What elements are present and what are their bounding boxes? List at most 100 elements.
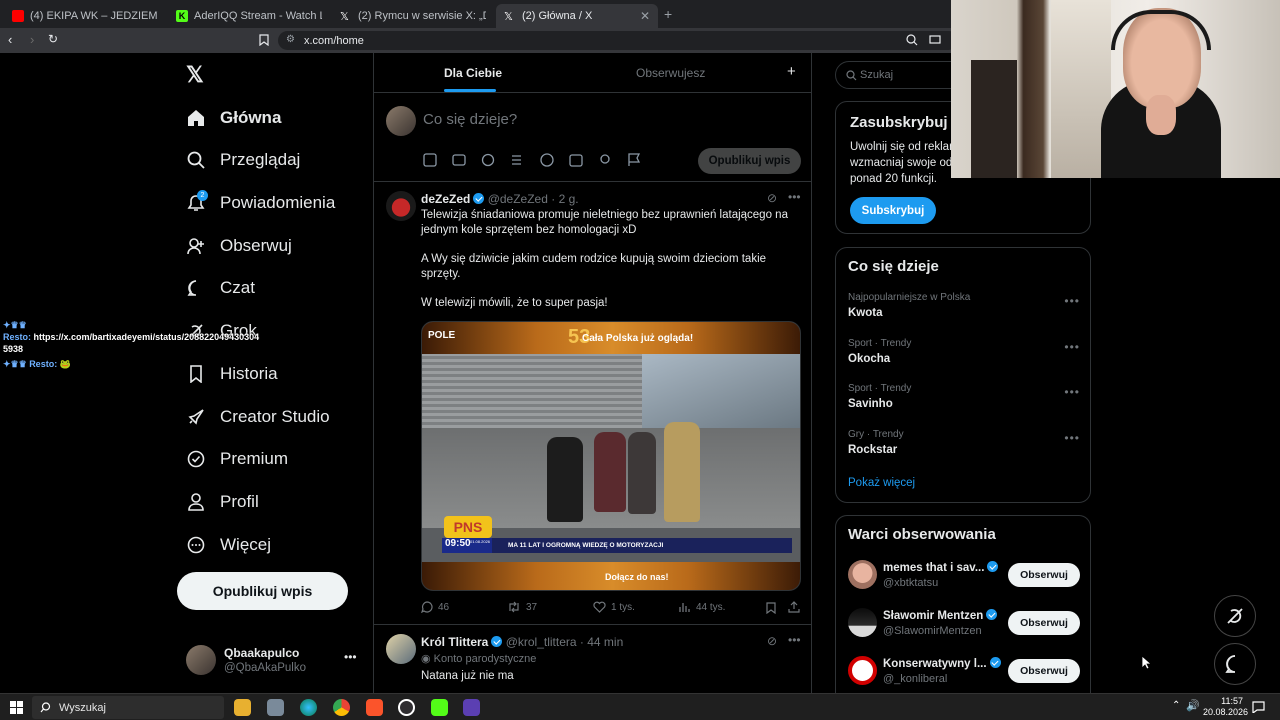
browser-tab-x-rymcu[interactable]: 𝕏 (2) Rymcu w serwisie X: „Dis - Mon [332, 4, 494, 28]
grok-icon[interactable]: ⊘ [767, 191, 777, 205]
bookmark-star-icon[interactable] [259, 34, 269, 46]
x-logo-icon[interactable]: 𝕏 [186, 62, 204, 88]
file-explorer-icon[interactable] [234, 699, 251, 716]
verified-icon [987, 561, 999, 572]
compose-post-button[interactable]: Opublikuj wpis [698, 148, 801, 174]
webcam-doorway [971, 60, 1017, 178]
nav-creator-studio[interactable]: Creator Studio [186, 399, 330, 435]
tweet[interactable]: deZeZed @deZeZed · 2 g. ⊘ ••• Telewizja … [374, 183, 811, 625]
nav-follow[interactable]: Obserwuj [186, 228, 292, 264]
close-tab-icon[interactable]: ✕ [640, 9, 650, 23]
rocket-icon [186, 407, 206, 427]
trend-more-icon[interactable]: ••• [1064, 294, 1080, 308]
nav-home[interactable]: Główna [186, 100, 281, 136]
compose-input[interactable]: Co się dzieje? [423, 111, 517, 128]
back-icon[interactable]: ‹ [8, 32, 12, 47]
trend-item[interactable]: Sport · Trendy Savinho ••• [836, 379, 1092, 423]
ticker: MA 11 LAT I OGROMNĄ WIEDZĘ O MOTORYZACJI [492, 538, 792, 553]
clock-date: 01.08.2026 [470, 539, 491, 544]
mouse-cursor-icon [1141, 655, 1151, 670]
forward-icon[interactable]: › [30, 32, 34, 47]
like-button[interactable]: 1 tys. [593, 601, 635, 613]
follow-suggestion[interactable]: Konserwatywny l... @_konliberal Obserwuj [836, 654, 1092, 694]
edge-icon[interactable] [300, 699, 317, 716]
trend-more-icon[interactable]: ••• [1064, 340, 1080, 354]
reload-icon[interactable]: ↻ [48, 32, 58, 46]
nav-explore[interactable]: Przeglądaj [186, 142, 300, 178]
task-view-icon[interactable] [267, 699, 284, 716]
trend-item[interactable]: Gry · Trendy Rockstar ••• [836, 425, 1092, 469]
person [547, 437, 583, 522]
show-more-link[interactable]: Pokaż więcej [848, 477, 915, 489]
avatar [386, 106, 416, 136]
tweet-text: Telewizja śniadaniowa promuje nieletnieg… [421, 209, 788, 236]
url-field[interactable]: ⚙ x.com/home [278, 31, 958, 50]
tab-for-you[interactable]: Dla Ciebie [444, 66, 502, 80]
windows-taskbar: Wyszukaj ⌃ 🔊 11:57 20.08.2026 [0, 693, 1280, 720]
zoom-icon[interactable] [906, 34, 918, 46]
kick-app-icon[interactable] [431, 699, 448, 716]
follow-button[interactable]: Obserwuj [1008, 659, 1080, 683]
grok-float-button[interactable] [1214, 595, 1256, 637]
messages-float-button[interactable] [1214, 643, 1256, 685]
search-icon [186, 150, 206, 170]
subscribe-button[interactable]: Subskrybuj [850, 197, 936, 224]
share-icon[interactable] [788, 601, 800, 613]
tweet-more-icon[interactable]: ••• [788, 190, 801, 204]
trend-item[interactable]: Najpopularniejsze w Polska Kwota ••• [836, 288, 1092, 332]
taskbar-search[interactable]: Wyszukaj [32, 696, 224, 719]
avatar[interactable] [386, 634, 416, 664]
verified-icon [986, 609, 998, 620]
chat-icon [186, 278, 206, 298]
tweet-media-video[interactable]: POLE 53 Cała Polska już ogląda! PNS 09:5… [421, 321, 801, 591]
tweet-text: A Wy się dziwicie jakim cudem rodzice ku… [421, 253, 767, 280]
site-info-icon[interactable]: ⚙ [286, 34, 295, 45]
trends-title: Co się dzieje [848, 258, 939, 275]
follow-button[interactable]: Obserwuj [1008, 563, 1080, 587]
browser-tab-x-home[interactable]: 𝕏 (2) Główna / X ✕ [496, 4, 658, 28]
cast-icon[interactable] [929, 35, 941, 45]
reply-button[interactable]: 46 [421, 601, 449, 613]
tray-chevron-icon[interactable]: ⌃ [1172, 700, 1180, 711]
trend-item[interactable]: Sport · Trendy Okocha ••• [836, 334, 1092, 378]
nav-chat[interactable]: Czat [186, 270, 255, 306]
chat-badges-icon: ✦♛♛ [3, 359, 30, 369]
views-button[interactable]: 44 tys. [679, 601, 725, 613]
taskbar-clock[interactable]: 11:57 20.08.2026 [1203, 696, 1248, 718]
nav-notifications[interactable]: 2 Powiadomienia [186, 185, 335, 221]
avatar[interactable] [386, 191, 416, 221]
brave-icon[interactable] [366, 699, 383, 716]
obs-icon[interactable] [398, 699, 415, 716]
repost-button[interactable]: 37 [507, 601, 537, 613]
tweet[interactable]: Król Tlittera @krol_tlittera · 44 min ⊘ … [374, 626, 811, 693]
add-feed-icon[interactable]: + [787, 63, 796, 80]
follow-suggestion[interactable]: memes that i sav... @xbtktatsu Obserwuj [836, 558, 1092, 598]
browser-tab-youtube[interactable]: (4) EKIPA WK – JEDZIEMY - YouTube [4, 4, 166, 28]
account-switcher[interactable]: Qbaakapulco @QbaAkaPulko ••• [180, 640, 360, 680]
trend-more-icon[interactable]: ••• [1064, 431, 1080, 445]
volume-icon[interactable]: 🔊 [1186, 699, 1200, 712]
stream-chat-overlay: ✦♛♛ Resto: https://x.com/bartixadeyemi/s… [3, 319, 263, 370]
browser-tab-kick[interactable]: K AderIQQ Stream - Watch Live on Kick [168, 4, 330, 28]
windows-start-icon[interactable] [10, 701, 23, 714]
nav-more[interactable]: Więcej [186, 527, 271, 563]
nav-profile[interactable]: Profil [186, 484, 259, 520]
tab-following[interactable]: Obserwujesz [636, 66, 705, 80]
more-icon [186, 535, 206, 555]
chrome-icon[interactable] [333, 699, 350, 716]
bookmark-icon[interactable] [766, 602, 776, 614]
follow-icon [186, 236, 206, 256]
new-tab-icon[interactable]: + [664, 6, 672, 22]
sidebar-post-button[interactable]: Opublikuj wpis [177, 572, 348, 610]
tweet-more-icon[interactable]: ••• [788, 633, 801, 647]
trend-more-icon[interactable]: ••• [1064, 385, 1080, 399]
notifications-icon[interactable] [1252, 701, 1265, 713]
verified-icon [473, 193, 485, 204]
follow-button[interactable]: Obserwuj [1008, 611, 1080, 635]
account-handle: @QbaAkaPulko [224, 662, 306, 674]
grok-icon[interactable]: ⊘ [767, 634, 777, 648]
follow-suggestion[interactable]: Sławomir Mentzen @SlawomirMentzen Obserw… [836, 606, 1092, 646]
app-icon[interactable] [463, 699, 480, 716]
who-to-follow-panel: Warci obserwowania memes that i sav... @… [835, 515, 1091, 705]
nav-premium[interactable]: Premium [186, 441, 288, 477]
